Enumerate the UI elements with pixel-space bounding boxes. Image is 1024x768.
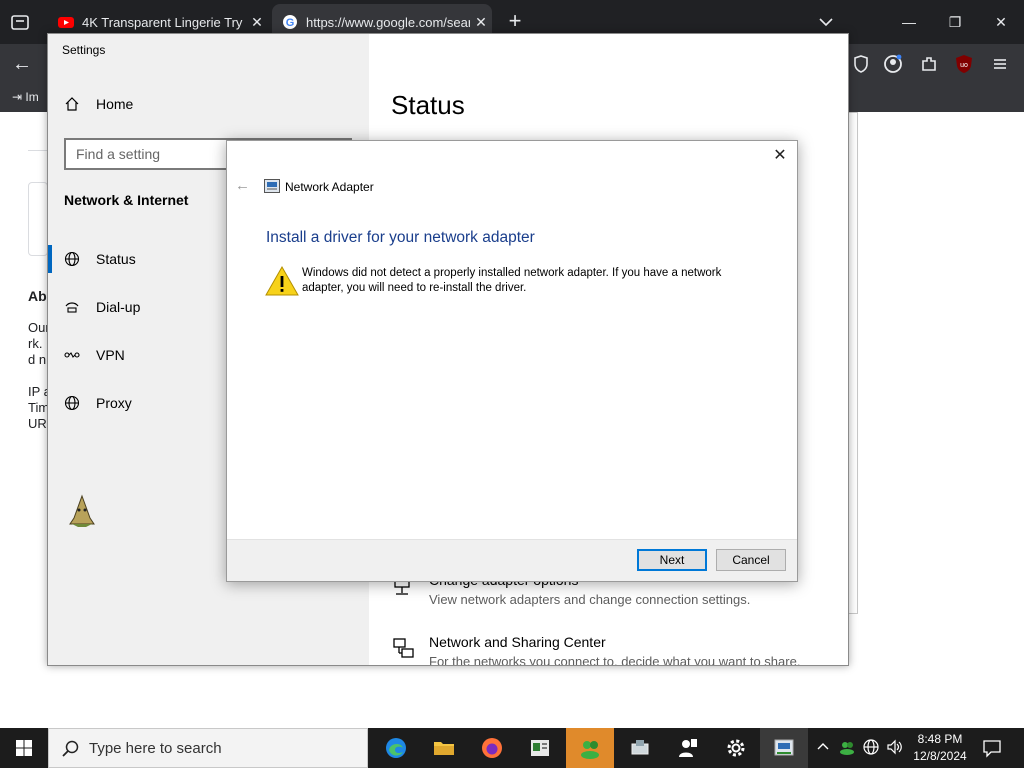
youtube-icon <box>58 17 74 28</box>
nav-label: VPN <box>96 347 125 363</box>
home-label: Home <box>96 96 134 112</box>
device-app[interactable] <box>616 728 664 768</box>
link-title: Network and Sharing Center <box>429 634 606 650</box>
chevron-down-icon[interactable] <box>818 14 834 30</box>
dialup-icon <box>65 302 79 313</box>
people-tray-icon[interactable] <box>838 738 856 756</box>
close-icon[interactable]: ✕ <box>989 10 1013 34</box>
extensions-icon[interactable] <box>918 53 940 75</box>
network-globe-icon[interactable] <box>862 738 880 756</box>
user-icon <box>679 739 697 757</box>
system-clock[interactable]: 8:48 PM 12/8/2024 <box>908 731 972 765</box>
globe-network-icon <box>64 251 80 267</box>
tab-manager-icon[interactable] <box>10 12 30 32</box>
back-arrow-icon[interactable]: ← <box>12 52 36 76</box>
nav-label: Proxy <box>96 395 132 411</box>
network-adapter-icon <box>774 739 794 756</box>
edge-icon <box>386 738 406 758</box>
firefox-icon <box>482 738 502 758</box>
google-icon: G <box>283 15 297 29</box>
warning-icon <box>265 265 299 296</box>
chevron-up-icon[interactable] <box>814 738 832 756</box>
svg-text:uo: uo <box>960 62 968 69</box>
taskbar-search-input[interactable]: Type here to search <box>48 728 368 768</box>
edge-app[interactable] <box>372 728 420 768</box>
home-button[interactable]: Home <box>64 96 133 112</box>
people-icon <box>581 741 599 759</box>
dialog-footer: Next Cancel <box>227 539 797 581</box>
bell-sticker-icon <box>69 494 95 527</box>
page-text: d n <box>28 352 47 367</box>
tab-close-icon[interactable]: ✕ <box>470 14 492 31</box>
home-icon <box>65 97 79 111</box>
volume-icon[interactable] <box>886 738 904 756</box>
find-setting-placeholder: Find a setting <box>76 146 161 162</box>
file-explorer-app[interactable] <box>420 728 468 768</box>
clock-date: 12/8/2024 <box>913 749 967 763</box>
sharing-center-icon <box>393 638 414 658</box>
notifications-icon[interactable] <box>982 738 1002 758</box>
gear-icon <box>727 739 745 757</box>
nav-label: Status <box>96 251 136 267</box>
clock-time: 8:48 PM <box>917 732 963 746</box>
page-text: rk. <box>28 336 43 351</box>
search-icon <box>62 740 79 757</box>
account-icon[interactable] <box>882 53 904 75</box>
tab-close-icon[interactable]: ✕ <box>246 14 268 31</box>
settings-app[interactable] <box>712 728 760 768</box>
section-heading: Network & Internet <box>64 192 189 208</box>
minimize-icon[interactable]: — <box>897 10 921 34</box>
ublock-icon[interactable]: uo <box>953 53 975 75</box>
vpn-icon <box>64 352 80 358</box>
dialog-message: Windows did not detect a properly instal… <box>302 267 722 294</box>
network-sharing-center-link[interactable]: Network and Sharing Center For the netwo… <box>391 634 801 666</box>
search-placeholder: Type here to search <box>89 740 222 757</box>
window-title: Settings <box>62 43 106 57</box>
dialog-heading: Install a driver for your network adapte… <box>266 229 535 246</box>
divider <box>28 150 48 151</box>
device-manager-icon <box>631 740 649 755</box>
active-indicator <box>48 245 52 273</box>
tab-title: 4K Transparent Lingerie Try On | <box>82 14 246 30</box>
shield-icon[interactable] <box>850 53 872 75</box>
close-icon[interactable]: ✕ <box>771 147 789 165</box>
network-adapter-dialog: ✕ ← Network Adapter Install a driver for… <box>226 140 798 582</box>
menu-icon[interactable] <box>989 53 1011 75</box>
network-adapter-icon <box>264 179 280 193</box>
cancel-button[interactable]: Cancel <box>716 549 786 571</box>
news-app[interactable] <box>516 728 564 768</box>
link-description: View network adapters and change connect… <box>429 592 751 607</box>
page-frame <box>848 112 858 614</box>
people-app[interactable] <box>566 728 614 768</box>
page-title: Status <box>391 90 465 120</box>
firefox-app[interactable] <box>468 728 516 768</box>
page-card <box>28 182 48 256</box>
new-tab-icon[interactable]: + <box>505 10 525 34</box>
back-arrow-icon[interactable]: ← <box>235 177 250 194</box>
page-text: Tim <box>28 400 50 415</box>
svg-text:G: G <box>286 17 295 29</box>
user-accounts-app[interactable] <box>664 728 712 768</box>
nav-label: Dial-up <box>96 299 141 315</box>
folder-icon <box>434 742 454 755</box>
globe-icon <box>64 395 80 411</box>
tab-title: https://www.google.com/searc <box>306 14 470 30</box>
bookmark-import[interactable]: ⇥ Im <box>12 90 39 104</box>
dialog-title: Network Adapter <box>285 180 374 194</box>
restore-icon[interactable]: ❐ <box>943 10 967 34</box>
news-icon <box>531 740 549 756</box>
next-button[interactable]: Next <box>637 549 707 571</box>
link-description: For the networks you connect to, decide … <box>429 654 801 666</box>
windows-start-icon[interactable] <box>0 728 48 768</box>
network-adapter-app[interactable] <box>760 728 808 768</box>
